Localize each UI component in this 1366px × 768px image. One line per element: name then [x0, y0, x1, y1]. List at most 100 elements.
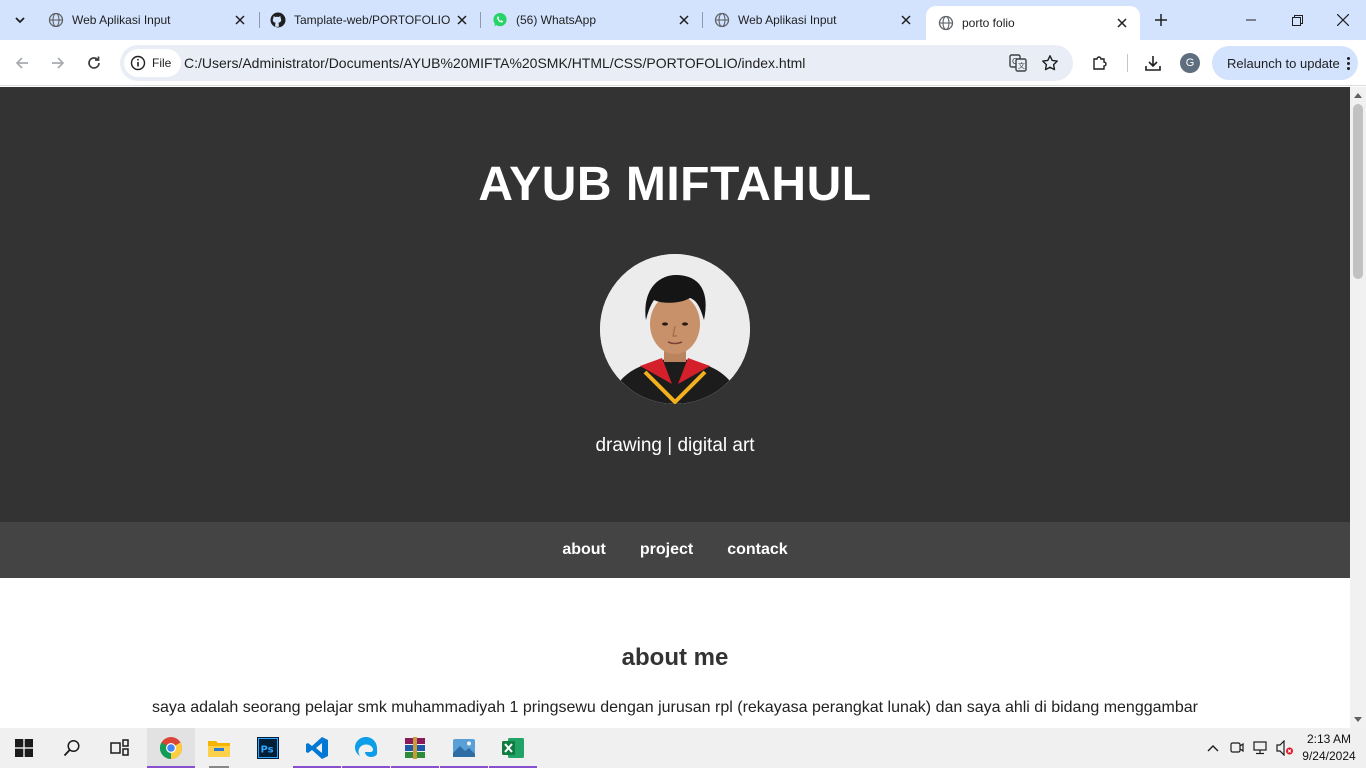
profile-avatar[interactable]: G [1180, 53, 1200, 73]
windows-logo-icon [15, 739, 33, 757]
tab-title: (56) WhatsApp [516, 13, 597, 27]
close-icon[interactable] [230, 10, 250, 30]
page-title: AYUB MIFTAHUL [478, 158, 872, 211]
chrome-icon [160, 737, 182, 759]
globe-icon [48, 12, 64, 28]
taskbar-photoshop[interactable]: Ps [244, 728, 292, 768]
tab-web-aplikasi-input-2[interactable]: Web Aplikasi Input [702, 0, 924, 40]
minimize-icon [1246, 19, 1256, 21]
clock-date: 9/24/2024 [1302, 749, 1356, 763]
page-scrollbar[interactable] [1350, 87, 1366, 728]
about-heading: about me [621, 644, 729, 671]
taskbar-search-button[interactable] [48, 728, 96, 768]
tab-title: Web Aplikasi Input [72, 13, 171, 27]
tray-network[interactable] [1250, 728, 1272, 768]
close-icon[interactable] [1112, 13, 1132, 33]
close-window-button[interactable] [1320, 0, 1366, 40]
forward-button[interactable] [42, 47, 74, 79]
tagline: drawing | digital art [595, 435, 755, 456]
download-icon [1145, 56, 1161, 71]
arrow-left-icon [15, 57, 28, 69]
extensions-button[interactable] [1084, 47, 1116, 79]
scroll-down-arrow-icon[interactable] [1354, 717, 1362, 722]
reload-button[interactable] [78, 47, 110, 79]
url-text[interactable]: C:/Users/Administrator/Documents/AYUB%20… [184, 55, 805, 71]
taskbar-photos[interactable] [440, 728, 488, 768]
whatsapp-icon [493, 13, 507, 27]
scrollbar-thumb[interactable] [1353, 104, 1363, 279]
globe-icon [938, 15, 954, 31]
tab-github-template[interactable]: Tamplate-web/PORTOFOLIO [258, 0, 480, 40]
translate-icon: G文 [1009, 54, 1027, 72]
bookmark-button[interactable] [1034, 47, 1066, 79]
back-button[interactable] [6, 47, 38, 79]
arrow-right-icon [52, 57, 65, 69]
task-view-button[interactable] [96, 728, 144, 768]
plus-icon [1155, 14, 1167, 26]
windows-taskbar: Ps 2:13 AM 9/24/2024 [0, 728, 1366, 768]
svg-text:Ps: Ps [261, 745, 274, 756]
tray-volume[interactable] [1274, 728, 1296, 768]
taskbar-vscode[interactable] [293, 728, 341, 768]
tab-web-aplikasi-input-1[interactable]: Web Aplikasi Input [36, 0, 258, 40]
profile-photo [600, 254, 750, 404]
close-icon[interactable] [452, 10, 472, 30]
restore-button[interactable] [1274, 0, 1320, 40]
restore-icon [1291, 14, 1303, 26]
puzzle-icon [1093, 56, 1107, 70]
webcam-icon [1230, 742, 1244, 753]
address-bar[interactable]: File C:/Users/Administrator/Documents/AY… [120, 45, 1073, 81]
taskbar-file-explorer[interactable] [195, 728, 243, 768]
vscode-icon [306, 737, 328, 759]
search-icon [63, 739, 80, 757]
tab-whatsapp[interactable]: (56) WhatsApp [480, 0, 702, 40]
github-icon [270, 12, 286, 28]
hero-header: AYUB MIFTAHUL drawing | digital art [0, 87, 1350, 522]
tab-title: porto folio [962, 16, 1015, 30]
chevron-down-icon [15, 17, 25, 24]
about-paragraph: saya adalah seorang pelajar smk muhammad… [152, 699, 1198, 716]
globe-icon [714, 12, 730, 28]
new-tab-button[interactable] [1148, 8, 1174, 32]
main-nav: about project contack [0, 522, 1350, 578]
tab-porto-folio[interactable]: porto folio [926, 6, 1140, 40]
file-explorer-icon [208, 741, 230, 757]
translate-button[interactable]: G文 [1002, 47, 1034, 79]
downloads-button[interactable] [1137, 47, 1169, 79]
close-icon [1337, 14, 1349, 26]
start-button[interactable] [0, 728, 48, 768]
site-info-chip[interactable]: File [124, 49, 182, 77]
nav-link-project[interactable]: project [640, 541, 693, 559]
close-icon[interactable] [674, 10, 694, 30]
info-icon [130, 55, 146, 71]
tab-title: Web Aplikasi Input [738, 13, 837, 27]
star-icon [1042, 55, 1058, 71]
tray-overflow-button[interactable] [1202, 728, 1224, 768]
taskbar-excel[interactable] [489, 728, 537, 768]
tab-title: Tamplate-web/PORTOFOLIO [294, 13, 451, 27]
volume-muted-icon [1276, 740, 1293, 756]
chevron-up-icon [1207, 745, 1219, 752]
network-icon [1253, 741, 1267, 755]
browser-toolbar: File C:/Users/Administrator/Documents/AY… [0, 40, 1366, 86]
more-vert-icon [1347, 56, 1350, 70]
tab-strip: Web Aplikasi Input Tamplate-web/PORTOFOL… [0, 0, 1366, 40]
taskbar-chrome[interactable] [147, 728, 195, 768]
toolbar-divider [1127, 54, 1128, 72]
taskbar-winrar[interactable] [391, 728, 439, 768]
edge-icon [355, 737, 378, 757]
nav-link-about[interactable]: about [562, 541, 606, 559]
scroll-up-arrow-icon[interactable] [1354, 93, 1362, 98]
reload-icon [88, 56, 100, 69]
tab-search-button[interactable] [6, 6, 34, 34]
excel-icon [502, 738, 524, 758]
nav-link-contack[interactable]: contack [727, 541, 787, 559]
minimize-button[interactable] [1228, 0, 1274, 40]
tray-meet-now[interactable] [1227, 728, 1247, 768]
task-view-icon [110, 739, 129, 756]
close-icon[interactable] [896, 10, 916, 30]
winrar-icon [405, 737, 425, 759]
relaunch-button[interactable]: Relaunch to update [1212, 46, 1358, 80]
taskbar-edge[interactable] [342, 728, 390, 768]
system-clock[interactable]: 2:13 AM 9/24/2024 [1298, 731, 1360, 765]
